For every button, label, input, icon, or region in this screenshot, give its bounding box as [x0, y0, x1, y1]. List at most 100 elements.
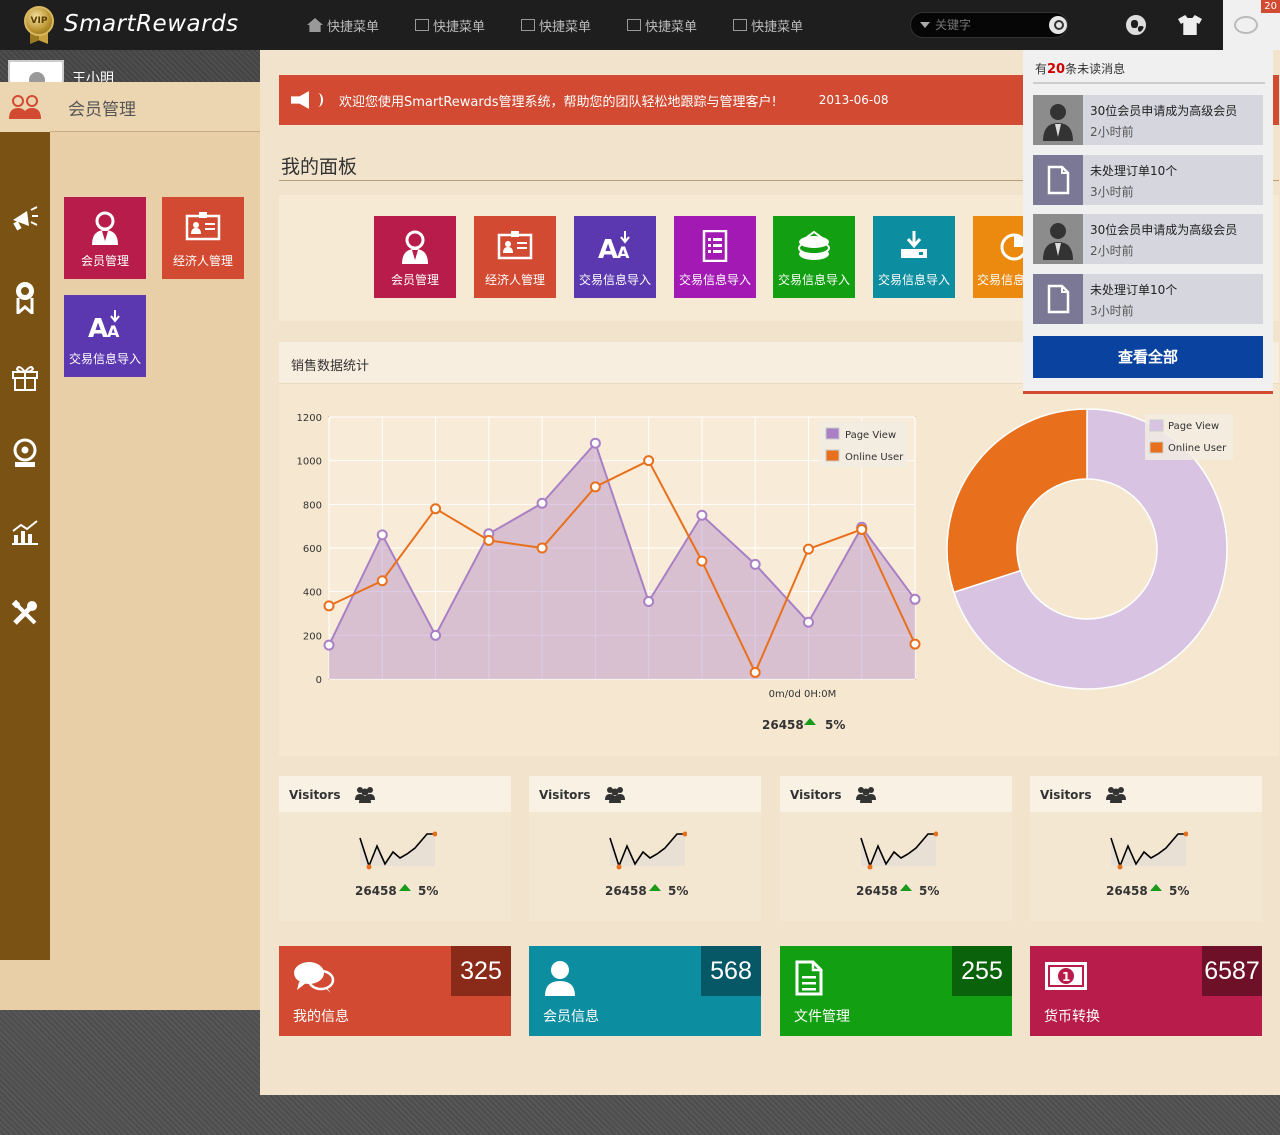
tile-label: 交易信息导入: [68, 352, 141, 366]
topnav-label: 快捷菜单: [433, 19, 486, 35]
data-point[interactable]: [323, 639, 335, 651]
font-size-icon: AA: [598, 231, 630, 262]
legend-swatch: [1149, 441, 1164, 454]
notification-title: 30位会员申请成为高级会员: [1090, 223, 1238, 237]
visitors-percent: 5%: [919, 884, 940, 898]
data-point[interactable]: [376, 575, 388, 587]
stat-card[interactable]: 255 文件管理: [780, 946, 1012, 1036]
data-point[interactable]: [749, 666, 761, 678]
search-icon[interactable]: [1049, 16, 1067, 34]
topnav-item[interactable]: 快捷菜单: [627, 16, 697, 35]
card-title: Visitors: [539, 788, 591, 802]
messages-button[interactable]: 20: [1223, 0, 1280, 50]
quick-tile-import-1[interactable]: AA 交易信息导入: [574, 216, 656, 298]
sidebar-tile-member[interactable]: 会员管理: [64, 197, 146, 279]
section-title: 会员管理: [68, 100, 136, 120]
tile-label: 交易信息导入: [678, 273, 751, 287]
id-card-icon: [185, 212, 221, 241]
sidebar-item-camera[interactable]: [0, 428, 50, 478]
theme-button[interactable]: [1176, 11, 1204, 39]
data-point[interactable]: [909, 638, 921, 650]
data-point[interactable]: [536, 497, 548, 509]
quick-tile-import-5[interactable]: 交易信息: [973, 216, 1023, 298]
logo[interactable]: VIP SmartRewards: [22, 4, 239, 44]
y-tick-label: 0: [316, 675, 322, 686]
quick-tile-import-2[interactable]: 交易信息导入: [674, 216, 756, 298]
list-icon: [521, 19, 536, 31]
topnav-item[interactable]: 快捷菜单: [415, 16, 485, 35]
data-point[interactable]: [643, 595, 655, 607]
list-icon: [733, 19, 748, 31]
visitors-value: 26458: [605, 884, 647, 898]
quick-tile-import-4[interactable]: 交易信息导入: [873, 216, 955, 298]
data-point[interactable]: [376, 529, 388, 541]
data-point[interactable]: [589, 481, 601, 493]
data-point[interactable]: [856, 523, 868, 535]
search-input[interactable]: [935, 18, 1045, 32]
notification-item[interactable]: 未处理订单10个 3小时前: [1033, 155, 1263, 205]
data-point[interactable]: [696, 555, 708, 567]
member-icon: [402, 230, 428, 264]
legend-swatch: [1149, 419, 1164, 432]
quick-tile-agent[interactable]: 经济人管理: [474, 216, 556, 298]
chevron-down-icon[interactable]: [920, 22, 930, 28]
members-group-icon: [9, 95, 41, 119]
donut-slice[interactable]: [946, 408, 1088, 594]
tile-label: 交易信息导入: [777, 273, 850, 287]
data-point[interactable]: [430, 629, 442, 641]
data-point[interactable]: [802, 543, 814, 555]
legend-label: Page View: [1168, 421, 1219, 432]
data-point[interactable]: [589, 437, 601, 449]
sparkline: [359, 831, 437, 870]
y-tick-label: 400: [303, 588, 322, 599]
top-bar: VIP SmartRewards 快捷菜单 快捷菜单 快捷菜单 快捷菜单 快捷菜…: [0, 0, 1280, 50]
notification-item[interactable]: 30位会员申请成为高级会员 2小时前: [1033, 214, 1263, 264]
data-point[interactable]: [483, 534, 495, 546]
sparkline: [860, 831, 938, 870]
stat-card[interactable]: 325 我的信息: [279, 946, 511, 1036]
quick-tile-member[interactable]: 会员管理: [374, 216, 456, 298]
card-title: Visitors: [1040, 788, 1092, 802]
stat-label: 货币转换: [1044, 1009, 1100, 1025]
sidebar-tile-import[interactable]: AA 交易信息导入: [64, 295, 146, 377]
data-point[interactable]: [536, 542, 548, 554]
notification-item[interactable]: 未处理订单10个 3小时前: [1033, 274, 1263, 324]
search-box: [910, 12, 1068, 38]
chart-footer-value: 26458: [762, 718, 804, 732]
stat-card[interactable]: 568 会员信息: [529, 946, 761, 1036]
stat-value: 325: [451, 946, 511, 996]
notifications-header: 有20条未读消息: [1035, 60, 1125, 77]
data-point[interactable]: [696, 509, 708, 521]
data-point[interactable]: [430, 503, 442, 515]
visitors-value: 26458: [1106, 884, 1148, 898]
sparkline: [1110, 831, 1188, 870]
sidebar-item-settings[interactable]: [0, 588, 50, 638]
stat-card[interactable]: 1 6587 货币转换: [1030, 946, 1262, 1036]
sidebar-item-awards[interactable]: [0, 272, 50, 322]
quick-tile-import-3[interactable]: 交易信息导入: [773, 216, 855, 298]
sidebar-item-members[interactable]: [0, 82, 50, 132]
notification-item[interactable]: 30位会员申请成为高级会员 2小时前: [1033, 95, 1263, 145]
data-point[interactable]: [323, 600, 335, 612]
topnav-label: 快捷菜单: [645, 19, 698, 35]
tile-label: 会员管理: [80, 254, 129, 268]
legend-swatch: [825, 449, 840, 462]
topnav-item[interactable]: 快捷菜单: [521, 16, 591, 35]
data-point[interactable]: [909, 593, 921, 605]
data-point[interactable]: [643, 455, 655, 467]
list-doc-icon: [702, 230, 728, 262]
topnav-item[interactable]: 快捷菜单: [733, 16, 803, 35]
topnav-item-home[interactable]: 快捷菜单: [307, 16, 379, 35]
trend-up-icon: [900, 884, 912, 891]
chart-footer-pct: 5%: [825, 718, 846, 732]
gift-icon: [12, 366, 38, 391]
globe-button[interactable]: [1122, 11, 1150, 39]
view-all-button[interactable]: 查看全部: [1033, 336, 1263, 378]
sidebar-item-gifts[interactable]: [0, 352, 50, 402]
data-point[interactable]: [802, 616, 814, 628]
sidebar-item-marketing[interactable]: [0, 195, 50, 245]
user-icon: [543, 960, 577, 999]
sidebar-item-statistics[interactable]: [0, 508, 50, 558]
sidebar-tile-agent[interactable]: 经济人管理: [162, 197, 244, 279]
data-point[interactable]: [749, 558, 761, 570]
